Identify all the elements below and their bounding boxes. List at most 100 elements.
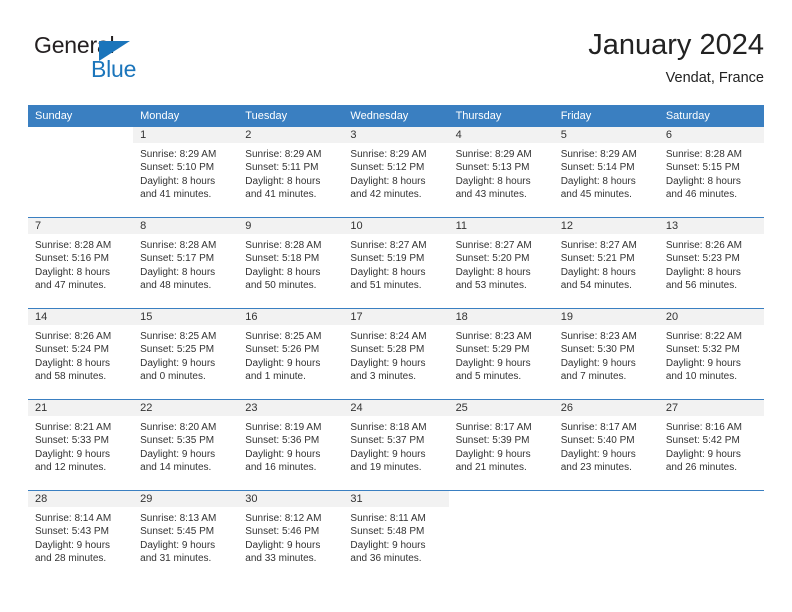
day-cell-17[interactable]: 17 Sunrise: 8:24 AM Sunset: 5:28 PM Dayligh… <box>343 309 449 399</box>
day-details: Sunrise: 8:29 AM Sunset: 5:14 PM Daylight:… <box>554 143 659 202</box>
day-cell-21[interactable]: 21 Sunrise: 8:21 AM Sunset: 5:33 PM Dayligh… <box>28 400 134 490</box>
day-cell-29[interactable]: 29 Sunrise: 8:13 AM Sunset: 5:45 PM Dayligh… <box>133 491 239 581</box>
calendar-page: General Blue January 2024 Vendat, France… <box>0 0 792 612</box>
calendar-table: Sunday Monday Tuesday Wednesday Thursday Frid… <box>28 105 764 581</box>
day-cell-26[interactable]: 26 Sunrise: 8:17 AM Sunset: 5:40 PM Dayligh… <box>553 400 659 490</box>
day-details: Sunrise: 8:14 AM Sunset: 5:43 PM Daylight:… <box>28 507 133 566</box>
day-cell-6[interactable]: 6 Sunrise: 8:28 AM Sunset: 5:15 PM Daylight… <box>658 127 764 217</box>
day-detail-line: Daylight: 9 hours <box>245 357 321 369</box>
day-detail-line: and 53 minutes. <box>455 280 527 292</box>
day-cell-5[interactable]: 5 Sunrise: 8:29 AM Sunset: 5:14 PM Daylight… <box>553 127 659 217</box>
day-cell-20[interactable]: 20 Sunrise: 8:22 AM Sunset: 5:32 PM Dayligh… <box>658 309 764 399</box>
title-block: January 2024 Vendat, France <box>588 28 764 88</box>
day-number: 21 <box>28 400 134 416</box>
day-cell-15[interactable]: 15 Sunrise: 8:25 AM Sunset: 5:25 PM Dayligh… <box>133 309 239 399</box>
day-detail-line: Sunrise: 8:29 AM <box>560 149 637 160</box>
day-cell-2[interactable]: 2 Sunrise: 8:29 AM Sunset: 5:11 PM Daylight… <box>238 127 344 217</box>
day-cell-1[interactable]: 1 Sunrise: 8:29 AM Sunset: 5:10 PM Daylight… <box>133 127 239 217</box>
calendar-cell: 1 Sunrise: 8:29 AM Sunset: 5:10 PM Daylight… <box>133 127 239 218</box>
day-cell-31[interactable]: 31 Sunrise: 8:11 AM Sunset: 5:48 PM Dayligh… <box>343 491 449 581</box>
day-cell-13[interactable]: 13 Sunrise: 8:26 AM Sunset: 5:23 PM Dayligh… <box>658 218 764 308</box>
day-cell-23[interactable]: 23 Sunrise: 8:19 AM Sunset: 5:36 PM Dayligh… <box>238 400 344 490</box>
day-cell-27[interactable]: 27 Sunrise: 8:16 AM Sunset: 5:42 PM Dayligh… <box>658 400 764 490</box>
day-detail-line: Sunrise: 8:29 AM <box>350 149 427 160</box>
day-details <box>28 143 133 148</box>
calendar-cell: 18 Sunrise: 8:23 AM Sunset: 5:29 PM Dayligh… <box>448 308 554 400</box>
day-cell-7[interactable]: 7 Sunrise: 8:28 AM Sunset: 5:16 PM Daylight… <box>28 218 134 308</box>
calendar-week-row: 7 Sunrise: 8:28 AM Sunset: 5:16 PM Daylight… <box>28 217 764 309</box>
day-detail-line: and 51 minutes. <box>350 280 422 292</box>
day-cell-28[interactable]: 28 Sunrise: 8:14 AM Sunset: 5:43 PM Dayligh… <box>28 491 134 581</box>
page-title: January 2024 <box>588 29 764 61</box>
day-detail-line: Daylight: 8 hours <box>560 266 636 278</box>
day-detail-line: Sunrise: 8:29 AM <box>245 149 322 160</box>
day-number: 20 <box>658 309 764 325</box>
day-detail-line: and 46 minutes. <box>665 189 738 201</box>
calendar-cell: 30 Sunrise: 8:12 AM Sunset: 5:46 PM Dayligh… <box>238 490 344 581</box>
day-detail-line: and 56 minutes. <box>665 280 738 292</box>
day-number: 16 <box>238 309 344 325</box>
day-detail-line: Sunset: 5:39 PM <box>455 435 530 447</box>
day-detail-line: and 23 minutes. <box>560 462 632 474</box>
calendar-cell: 6 Sunrise: 8:28 AM Sunset: 5:15 PM Daylight… <box>658 127 764 218</box>
day-detail-line: Daylight: 9 hours <box>140 539 216 551</box>
day-detail-line: and 47 minutes. <box>35 280 107 292</box>
day-cell-16[interactable]: 16 Sunrise: 8:25 AM Sunset: 5:26 PM Dayligh… <box>238 309 344 399</box>
day-detail-line: Sunrise: 8:23 AM <box>455 331 532 342</box>
calendar-cell: 24 Sunrise: 8:18 AM Sunset: 5:37 PM Dayligh… <box>343 399 449 491</box>
day-cell-11[interactable]: 11 Sunrise: 8:27 AM Sunset: 5:20 PM Dayligh… <box>448 218 554 308</box>
day-details: Sunrise: 8:23 AM Sunset: 5:30 PM Daylight:… <box>554 325 659 384</box>
day-cell-10[interactable]: 10 Sunrise: 8:27 AM Sunset: 5:19 PM Dayligh… <box>343 218 449 308</box>
calendar-cell: 29 Sunrise: 8:13 AM Sunset: 5:45 PM Dayligh… <box>133 490 239 581</box>
day-details: Sunrise: 8:17 AM Sunset: 5:39 PM Daylight:… <box>449 416 554 475</box>
day-detail-line: and 3 minutes. <box>350 371 417 383</box>
day-cell-empty <box>659 491 764 581</box>
day-detail-line: Sunrise: 8:26 AM <box>35 331 112 342</box>
day-number: 8 <box>133 218 239 234</box>
day-details: Sunrise: 8:19 AM Sunset: 5:36 PM Daylight:… <box>238 416 343 475</box>
day-number: 22 <box>133 400 239 416</box>
day-cell-30[interactable]: 30 Sunrise: 8:12 AM Sunset: 5:46 PM Dayligh… <box>238 491 344 581</box>
day-detail-line: Daylight: 8 hours <box>350 175 426 187</box>
day-cell-22[interactable]: 22 Sunrise: 8:20 AM Sunset: 5:35 PM Dayligh… <box>133 400 239 490</box>
day-details: Sunrise: 8:16 AM Sunset: 5:42 PM Daylight:… <box>659 416 764 475</box>
day-details: Sunrise: 8:29 AM Sunset: 5:11 PM Daylight:… <box>238 143 343 202</box>
day-cell-24[interactable]: 24 Sunrise: 8:18 AM Sunset: 5:37 PM Dayligh… <box>343 400 449 490</box>
day-detail-line: Sunset: 5:32 PM <box>665 344 740 356</box>
day-detail-line: Sunset: 5:37 PM <box>350 435 425 447</box>
day-details: Sunrise: 8:27 AM Sunset: 5:20 PM Daylight:… <box>449 234 554 293</box>
calendar-cell: 28 Sunrise: 8:14 AM Sunset: 5:43 PM Dayligh… <box>28 490 134 581</box>
day-cell-12[interactable]: 12 Sunrise: 8:27 AM Sunset: 5:21 PM Dayligh… <box>553 218 659 308</box>
day-detail-line: and 45 minutes. <box>560 189 632 201</box>
day-of-week-header-tuesday: Tuesday <box>238 105 344 127</box>
day-detail-line: Sunrise: 8:27 AM <box>560 240 637 251</box>
day-detail-line: Daylight: 9 hours <box>350 539 426 551</box>
day-number: 29 <box>133 491 239 507</box>
day-number: 18 <box>448 309 554 325</box>
day-detail-line: Sunrise: 8:27 AM <box>350 240 427 251</box>
day-number: 11 <box>448 218 554 234</box>
day-cell-8[interactable]: 8 Sunrise: 8:28 AM Sunset: 5:17 PM Daylight… <box>133 218 239 308</box>
day-number <box>659 491 764 507</box>
day-cell-3[interactable]: 3 Sunrise: 8:29 AM Sunset: 5:12 PM Daylight… <box>343 127 449 217</box>
day-number: 5 <box>553 127 659 143</box>
day-detail-line: Sunrise: 8:23 AM <box>560 331 637 342</box>
day-cell-14[interactable]: 14 Sunrise: 8:26 AM Sunset: 5:24 PM Dayligh… <box>28 309 134 399</box>
calendar-cell: 31 Sunrise: 8:11 AM Sunset: 5:48 PM Dayligh… <box>343 490 449 581</box>
general-blue-logo[interactable]: General Blue <box>34 32 214 88</box>
day-details: Sunrise: 8:25 AM Sunset: 5:25 PM Daylight:… <box>133 325 238 384</box>
day-details: Sunrise: 8:22 AM Sunset: 5:32 PM Daylight:… <box>659 325 764 384</box>
day-cell-4[interactable]: 4 Sunrise: 8:29 AM Sunset: 5:13 PM Daylight… <box>448 127 554 217</box>
day-cell-18[interactable]: 18 Sunrise: 8:23 AM Sunset: 5:29 PM Dayligh… <box>448 309 554 399</box>
calendar-cell: 9 Sunrise: 8:28 AM Sunset: 5:18 PM Daylight… <box>238 217 344 309</box>
day-cell-19[interactable]: 19 Sunrise: 8:23 AM Sunset: 5:30 PM Dayligh… <box>553 309 659 399</box>
day-detail-line: Sunset: 5:25 PM <box>140 344 215 356</box>
day-detail-line: and 48 minutes. <box>140 280 212 292</box>
day-cell-25[interactable]: 25 Sunrise: 8:17 AM Sunset: 5:39 PM Dayligh… <box>448 400 554 490</box>
day-detail-line: Daylight: 8 hours <box>665 175 741 187</box>
day-detail-line: Sunrise: 8:11 AM <box>350 513 426 524</box>
day-cell-9[interactable]: 9 Sunrise: 8:28 AM Sunset: 5:18 PM Daylight… <box>238 218 344 308</box>
day-detail-line: Daylight: 9 hours <box>140 357 216 369</box>
calendar-week-row: 14 Sunrise: 8:26 AM Sunset: 5:24 PM Dayligh… <box>28 308 764 400</box>
calendar-cell <box>28 127 133 218</box>
